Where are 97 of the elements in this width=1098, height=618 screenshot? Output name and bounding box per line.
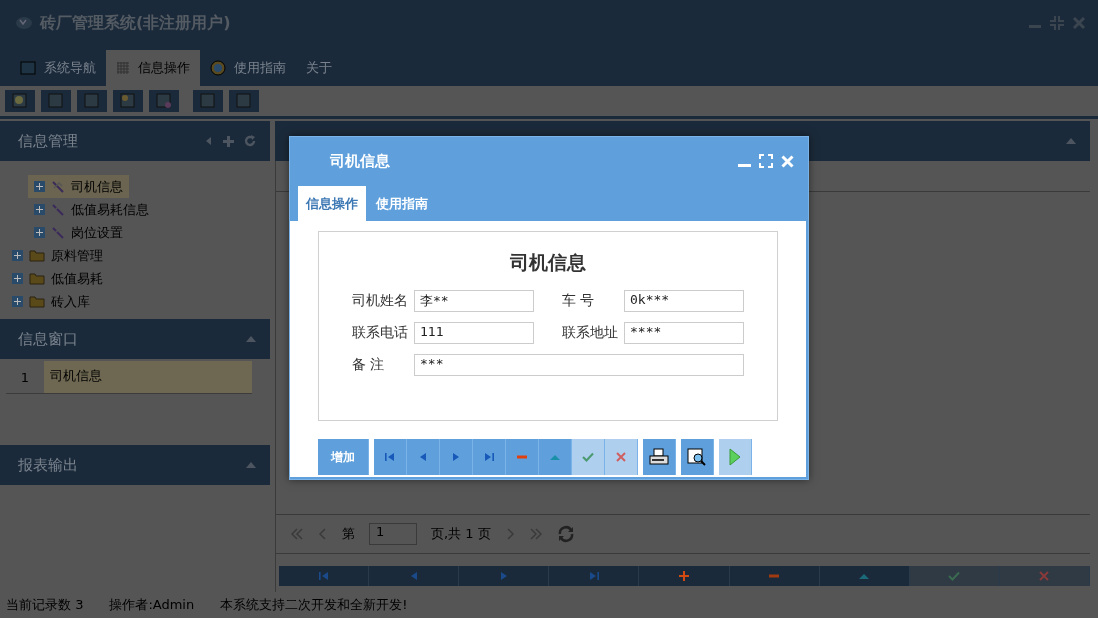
menu-tab[interactable]: 信息操作 — [106, 50, 200, 86]
nav-button[interactable] — [729, 566, 820, 586]
field-label: 联系电话 — [352, 324, 409, 342]
page-count: 页,共 1 页 — [431, 525, 491, 543]
row-number: 1 — [19, 368, 31, 387]
screen-icon — [20, 61, 36, 75]
tree-label: 低值易耗 — [51, 269, 103, 288]
first-icon — [384, 451, 396, 463]
close-icon[interactable] — [1072, 16, 1086, 30]
nav-button[interactable] — [639, 566, 730, 586]
dialog-tab[interactable]: 使用指南 — [368, 186, 436, 221]
input-field[interactable]: 0k*** — [624, 290, 744, 312]
preview-button[interactable] — [681, 439, 714, 475]
tree-item[interactable]: 低值易耗 — [6, 267, 109, 290]
nav-button[interactable] — [279, 566, 370, 586]
menu-tab[interactable]: 使用指南 — [200, 50, 296, 86]
panel-title: 信息窗口 — [18, 329, 79, 349]
menu-tab[interactable]: 关于 — [296, 50, 342, 86]
input-field[interactable]: 111 — [414, 322, 534, 344]
refresh-icon[interactable] — [556, 525, 575, 543]
last-button[interactable] — [473, 439, 506, 475]
app-logo-icon — [16, 16, 32, 30]
tree-item[interactable]: 低值易耗信息 — [28, 198, 155, 221]
input-field[interactable]: *** — [414, 354, 744, 376]
input-field[interactable]: **** — [624, 322, 744, 344]
dialog-title: 司机信息 — [330, 151, 391, 171]
grid-icon — [116, 61, 130, 75]
refresh-icon[interactable] — [244, 135, 256, 147]
nav-button[interactable] — [369, 566, 460, 586]
check-icon — [582, 451, 594, 463]
first-icon — [317, 570, 330, 582]
tree-label: 原料管理 — [51, 246, 103, 265]
dialog-tab[interactable]: 信息操作 — [298, 186, 366, 221]
close-icon — [1038, 570, 1051, 582]
expand-icon[interactable] — [12, 250, 23, 261]
close-icon — [615, 451, 627, 463]
expand-icon[interactable] — [12, 296, 23, 307]
maximize-icon[interactable] — [759, 154, 773, 168]
expand-icon[interactable] — [34, 204, 45, 215]
previous-page-icon[interactable] — [318, 528, 328, 540]
status-text: 本系统支持二次开发和全新开发! — [220, 596, 408, 614]
expand-icon[interactable] — [12, 273, 23, 284]
tree-label: 司机信息 — [71, 177, 123, 196]
preview-icon — [687, 448, 707, 466]
tree-label: 低值易耗信息 — [71, 200, 149, 219]
tree-item[interactable]: 原料管理 — [6, 244, 109, 267]
tree-item[interactable]: 砖入库 — [6, 290, 96, 313]
status-text: 操作者:Admin — [109, 596, 195, 614]
panel-title: 报表输出 — [18, 455, 79, 475]
folder-icon — [29, 249, 45, 262]
nav-button[interactable] — [549, 566, 640, 586]
nav-button[interactable] — [819, 566, 910, 586]
add-button[interactable]: 增加 — [318, 439, 369, 475]
folder-icon — [29, 295, 45, 308]
previous-button[interactable] — [407, 439, 440, 475]
restore-icon[interactable] — [1050, 16, 1064, 30]
field-label: 车 号 — [562, 292, 596, 310]
window-title: 砖厂管理系统(非注册用户) — [40, 12, 232, 34]
printer-icon — [649, 448, 669, 466]
last-icon — [483, 451, 495, 463]
folder-icon — [29, 272, 45, 285]
tree-label: 岗位设置 — [71, 223, 123, 242]
page-label: 第 — [342, 525, 355, 543]
check-icon — [948, 570, 961, 582]
first-button[interactable] — [374, 439, 407, 475]
last-page-icon[interactable] — [528, 528, 543, 540]
plus-icon[interactable] — [223, 135, 234, 147]
field-label: 司机姓名 — [352, 292, 409, 310]
up-button[interactable] — [539, 439, 572, 475]
expand-icon[interactable] — [34, 181, 45, 192]
plus-icon — [678, 570, 690, 582]
field-label: 联系地址 — [562, 324, 619, 342]
delete-button[interactable] — [506, 439, 539, 475]
field-label: 备 注 — [352, 356, 386, 374]
form-title: 司机信息 — [510, 250, 586, 275]
collapse-left-icon[interactable] — [205, 136, 213, 146]
page-input[interactable]: 1 — [369, 523, 417, 545]
collapse-icon[interactable] — [246, 462, 256, 468]
first-page-icon[interactable] — [290, 528, 304, 540]
menu-tab[interactable]: 系统导航 — [10, 50, 106, 86]
tree-item[interactable]: 岗位设置 — [28, 221, 129, 244]
tree-item[interactable]: 司机信息 — [28, 175, 129, 198]
collapse-icon[interactable] — [246, 336, 256, 342]
input-field[interactable]: 李** — [414, 290, 534, 312]
expand-icon[interactable] — [34, 227, 45, 238]
play-icon — [728, 448, 742, 466]
next-button[interactable] — [440, 439, 473, 475]
panel-title: 信息管理 — [18, 131, 79, 151]
status-text: 当前记录数 3 — [6, 596, 84, 614]
collapse-icon[interactable] — [1066, 138, 1076, 144]
print-button[interactable] — [643, 439, 676, 475]
window-name: 司机信息 — [44, 361, 252, 393]
window-list-row[interactable]: 1 司机信息 — [6, 361, 252, 394]
tree-label: 砖入库 — [51, 292, 90, 311]
nav-button[interactable] — [459, 566, 550, 586]
last-icon — [587, 570, 600, 582]
next-page-icon[interactable] — [504, 528, 515, 540]
